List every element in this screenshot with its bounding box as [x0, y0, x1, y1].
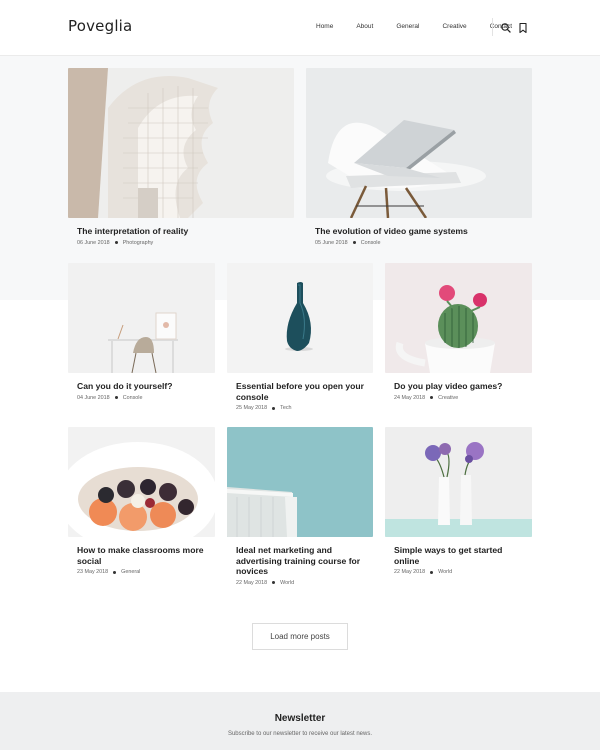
post-date: 05 June 2018: [315, 239, 348, 246]
meta-separator: [430, 570, 434, 574]
post-category[interactable]: Creative: [438, 395, 458, 401]
newsletter-section: Newsletter Subscribe to our newsletter t…: [0, 692, 600, 750]
post-category[interactable]: Console: [361, 240, 381, 246]
meta-separator: [114, 241, 118, 244]
post-date: 06 June 2018: [77, 239, 110, 246]
post-meta: 25 May 2018 Tech: [227, 405, 373, 411]
post-meta: 05 June 2018 Console: [306, 240, 532, 246]
post-title[interactable]: Simple ways to get started online: [385, 545, 532, 566]
post-title[interactable]: The evolution of video game systems: [306, 226, 532, 237]
nav-item-home[interactable]: Home: [316, 23, 333, 31]
post-category[interactable]: World: [438, 569, 452, 575]
post-card[interactable]: The evolution of video game systems 05 J…: [306, 68, 532, 246]
nav-divider: [492, 18, 493, 36]
post-title[interactable]: Ideal net marketing and advertising trai…: [227, 545, 373, 577]
post-card[interactable]: Ideal net marketing and advertising trai…: [227, 427, 373, 586]
post-meta: 22 May 2018 World: [227, 580, 373, 586]
post-date: 22 May 2018: [236, 579, 268, 586]
post-thumbnail[interactable]: [68, 427, 215, 537]
post-date: 25 May 2018: [236, 405, 268, 411]
post-thumbnail[interactable]: [68, 68, 294, 218]
search-icon[interactable]: [500, 21, 512, 33]
post-title[interactable]: How to make classrooms more social: [68, 545, 215, 566]
post-category[interactable]: World: [280, 580, 294, 586]
post-meta: 24 May 2018 Creative: [385, 395, 532, 401]
post-category[interactable]: Tech: [280, 405, 291, 411]
post-title[interactable]: Essential before you open your console: [227, 381, 373, 402]
load-more-button[interactable]: Load more posts: [252, 623, 348, 650]
nav-item-about[interactable]: About: [356, 23, 373, 31]
post-date: 23 May 2018: [77, 569, 109, 575]
post-card[interactable]: Do you play video games? 24 May 2018 Cre…: [385, 263, 532, 401]
post-category[interactable]: Photography: [123, 240, 154, 246]
meta-separator: [430, 396, 434, 399]
post-card[interactable]: Essential before you open your console 2…: [227, 263, 373, 411]
meta-separator: [352, 241, 356, 244]
newsletter-title: Newsletter: [274, 713, 326, 724]
post-meta: 06 June 2018 Photography: [68, 240, 294, 246]
post-card[interactable]: Simple ways to get started online 22 May…: [385, 427, 532, 575]
post-thumbnail[interactable]: [385, 263, 532, 373]
meta-separator: [114, 396, 118, 399]
meta-separator: [272, 581, 276, 584]
bookmark-icon[interactable]: [517, 21, 529, 34]
post-card[interactable]: How to make classrooms more social 23 Ma…: [68, 427, 215, 575]
post-title[interactable]: The interpretation of reality: [68, 226, 294, 237]
site-header: Poveglia Home About General Creative Con…: [0, 0, 600, 56]
post-meta: 23 May 2018 General: [68, 569, 215, 575]
meta-separator: [113, 570, 117, 574]
post-title[interactable]: Do you play video games?: [385, 381, 532, 392]
nav-item-creative[interactable]: Creative: [442, 23, 466, 31]
post-title[interactable]: Can you do it yourself?: [68, 381, 215, 392]
post-date: 24 May 2018: [394, 394, 426, 401]
post-thumbnail[interactable]: [227, 427, 373, 537]
post-thumbnail[interactable]: [227, 263, 373, 373]
meta-separator: [272, 406, 276, 410]
post-meta: 04 June 2018 Console: [68, 395, 215, 401]
post-card[interactable]: The interpretation of reality 06 June 20…: [68, 68, 294, 246]
post-meta: 22 May 2018 World: [385, 569, 532, 575]
post-date: 22 May 2018: [394, 569, 426, 575]
post-thumbnail[interactable]: [68, 263, 215, 373]
nav-item-general[interactable]: General: [396, 23, 419, 31]
post-category[interactable]: Console: [123, 395, 143, 401]
post-thumbnail[interactable]: [306, 68, 532, 218]
site-logo[interactable]: Poveglia: [68, 17, 132, 35]
newsletter-text: Subscribe to our newsletter to receive o…: [227, 731, 373, 737]
post-card[interactable]: Can you do it yourself? 04 June 2018 Con…: [68, 263, 215, 401]
post-category[interactable]: General: [121, 569, 140, 575]
post-date: 04 June 2018: [77, 394, 110, 401]
post-thumbnail[interactable]: [385, 427, 532, 537]
